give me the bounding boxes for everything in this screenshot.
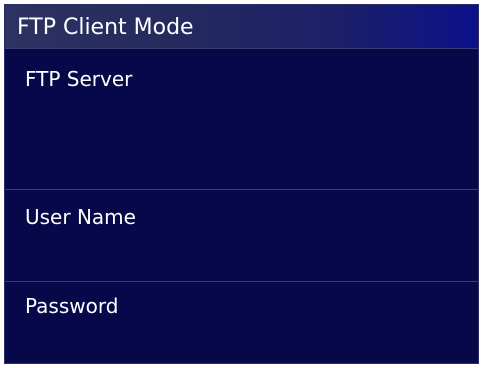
user-name-label: User Name xyxy=(25,205,136,229)
password-label: Password xyxy=(25,294,119,318)
ftp-client-mode-screen: FTP Client Mode FTP Server User Name Pas… xyxy=(4,4,479,364)
title-bar: FTP Client Mode xyxy=(5,5,478,49)
ftp-server-label: FTP Server xyxy=(25,67,133,91)
page-title: FTP Client Mode xyxy=(17,15,194,40)
user-name-field[interactable]: User Name xyxy=(5,189,478,281)
ftp-server-field[interactable]: FTP Server xyxy=(5,49,478,189)
password-field[interactable]: Password xyxy=(5,281,478,363)
